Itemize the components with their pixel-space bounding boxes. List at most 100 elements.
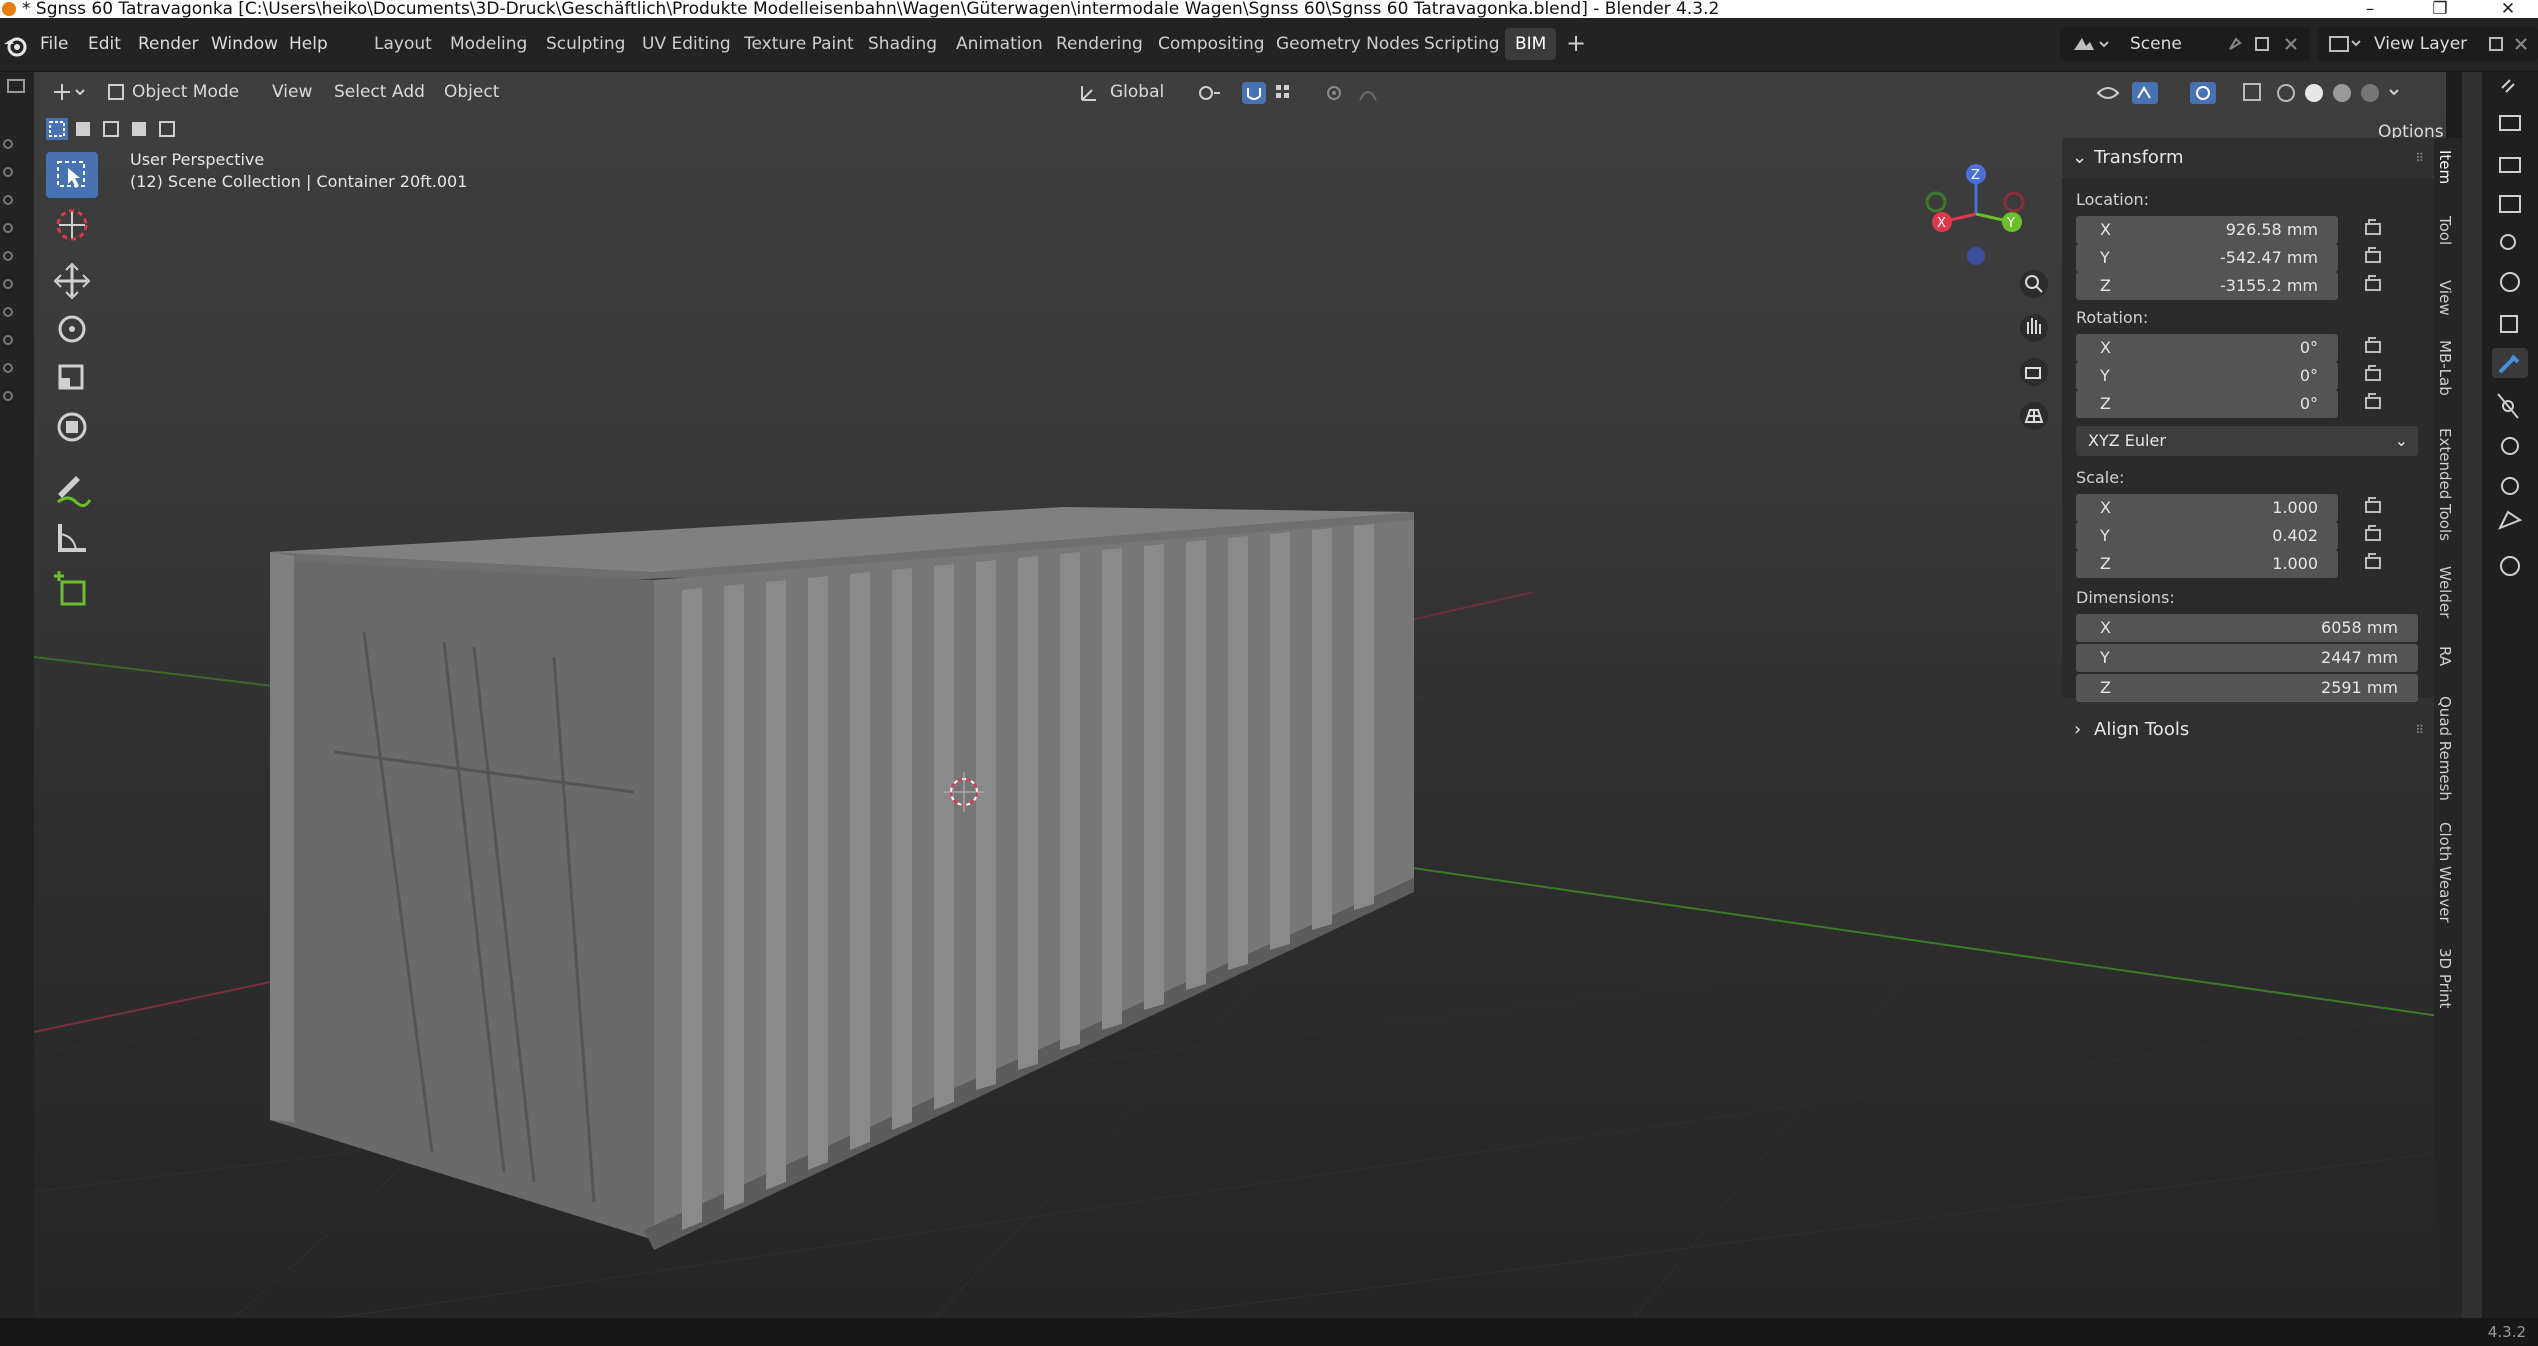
menu-window[interactable]: Window [201,28,288,60]
view-layer-actions-icon[interactable] [2488,35,2532,53]
scene-icon [2074,38,2109,50]
location-y-field[interactable]: Y -542.47 mm [2076,244,2338,272]
tab-3d-print[interactable]: 3D Print [2436,948,2454,1008]
rotation-y-field[interactable]: Y 0° [2076,362,2338,390]
transform-panel-header[interactable]: ⌄ Transform ⠿ [2062,138,2434,178]
status-bar: 4.3.2 [0,1318,2538,1346]
orientation-dropdown[interactable]: Global [1104,72,1170,112]
expand-chevron-icon: ⌄ [2072,147,2088,168]
align-tools-panel-header[interactable]: › Align Tools ⠿ [2062,710,2434,750]
cursor-icon [56,209,88,241]
viewport-shading-icons[interactable] [2094,78,2444,108]
container-model[interactable] [270,507,1414,1250]
dimensions-y-field[interactable]: Y 2447 mm [2076,644,2418,672]
tab-geometry-nodes[interactable]: Geometry Nodes [1266,28,1429,60]
gizmo-y-label: Y [2006,216,2015,231]
tab-item[interactable]: Item [2436,150,2454,184]
gizmo-x-label: X [1937,216,1946,231]
tab-compositing[interactable]: Compositing [1148,28,1275,60]
perspective-label: User Perspective [130,150,265,169]
location-x-field[interactable]: X 926.58 mm [2076,216,2338,244]
dimensions-x-field[interactable]: X 6058 mm [2076,614,2418,642]
tab-rendering[interactable]: Rendering [1046,28,1153,60]
properties-icons[interactable] [2492,72,2532,672]
tab-tool[interactable]: Tool [2436,216,2454,245]
blender-app: * Sgnss 60 Tatravagonka [C:\Users\heiko\… [0,0,2538,1346]
tab-sculpting[interactable]: Sculpting [536,28,635,60]
move-icon [53,262,91,300]
rotation-z-field[interactable]: Z 0° [2076,390,2338,418]
tab-shading[interactable]: Shading [858,28,947,60]
scale-z-field[interactable]: Z 1.000 [2076,550,2338,578]
select-box-tool[interactable] [46,152,98,198]
rotate-tool[interactable] [46,306,98,352]
transform-orientation-icon [1081,86,1096,101]
menu-help[interactable]: Help [279,28,338,60]
dimensions-label: Dimensions: [2076,588,2175,607]
menu-object[interactable]: Object [438,72,505,112]
minimize-button[interactable]: – [2340,0,2400,18]
location-z-field[interactable]: Z -3155.2 mm [2076,272,2338,300]
tab-mb-lab[interactable]: MB-Lab [2436,340,2454,396]
view-layer-name: View Layer [2374,34,2468,54]
sidebar-n-panel: ⌄ Transform ⠿ Location: X 926.58 mm Y -542… [2062,138,2434,750]
rotation-x-field[interactable]: X 0° [2076,334,2338,362]
tab-bim[interactable]: BIM [1505,28,1557,60]
tab-extended-tools[interactable]: Extended Tools [2436,428,2454,541]
maximize-button[interactable]: ❐ [2410,0,2470,18]
annotate-icon [57,476,92,507]
drag-handle-icon-2[interactable]: ⠿ [2415,710,2424,750]
cursor-tool[interactable] [46,202,98,248]
viewport-nav-buttons[interactable] [2014,268,2054,458]
tab-scripting[interactable]: Scripting [1414,28,1510,60]
measure-icon [58,524,86,552]
lock-icons[interactable] [2362,218,2386,588]
menu-render[interactable]: Render [128,28,209,60]
object-mode-dropdown[interactable]: Object Mode [126,72,245,112]
tab-view[interactable]: View [2436,280,2454,316]
transform-icon [57,412,87,442]
tab-layout[interactable]: Layout [364,28,442,60]
annotate-tool[interactable] [46,464,98,510]
tab-welder[interactable]: Welder [2436,566,2454,618]
scale-y-field[interactable]: Y 0.402 [2076,522,2338,550]
menu-select[interactable]: Select [328,72,392,112]
menu-add[interactable]: Add [386,72,431,112]
dimensions-z-field[interactable]: Z 2591 mm [2076,674,2418,702]
properties-divider[interactable] [2462,72,2482,1318]
tab-quad-remesh[interactable]: Quad Remesh [2436,696,2454,801]
selection-mode-icons[interactable] [44,116,194,142]
transform-tool[interactable] [46,404,98,450]
tab-texture-paint[interactable]: Texture Paint [734,28,864,60]
outliner-icons [3,79,25,401]
add-cube-tool[interactable] [46,568,98,614]
blender-logo-icon[interactable] [2,32,30,60]
close-button[interactable]: ✕ [2478,0,2538,18]
move-tool[interactable] [46,258,98,304]
menu-file[interactable]: File [30,28,78,60]
tab-cloth-weaver[interactable]: Cloth Weaver [2436,822,2454,923]
add-workspace-button[interactable]: + [1566,28,1586,58]
tab-ra[interactable]: RA [2436,646,2454,666]
view-layer-selector[interactable]: View Layer [2318,27,2538,61]
scale-x-field[interactable]: X 1.000 [2076,494,2338,522]
menu-view[interactable]: View [266,72,318,112]
tab-animation[interactable]: Animation [946,28,1053,60]
blender-window-icon [2,2,16,16]
scene-actions-icon[interactable] [2226,35,2306,53]
scale-tool[interactable] [46,354,98,400]
tab-modeling[interactable]: Modeling [440,28,537,60]
scene-selector[interactable]: Scene [2060,27,2310,61]
tab-uv-editing[interactable]: UV Editing [632,28,741,60]
view-layer-icon [2329,36,2361,52]
snapping-tools-icons[interactable] [1194,82,1434,104]
measure-tool[interactable] [46,514,98,560]
window-title: * Sgnss 60 Tatravagonka [C:\Users\heiko\… [22,0,1720,18]
rotation-label: Rotation: [2076,308,2149,327]
add-cube-icon [54,571,86,606]
rotate-icon [58,315,86,343]
editor-type-icon[interactable] [50,80,90,104]
menu-edit[interactable]: Edit [78,28,131,60]
select-box-icon [57,161,85,188]
drag-handle-icon[interactable]: ⠿ [2415,138,2424,178]
